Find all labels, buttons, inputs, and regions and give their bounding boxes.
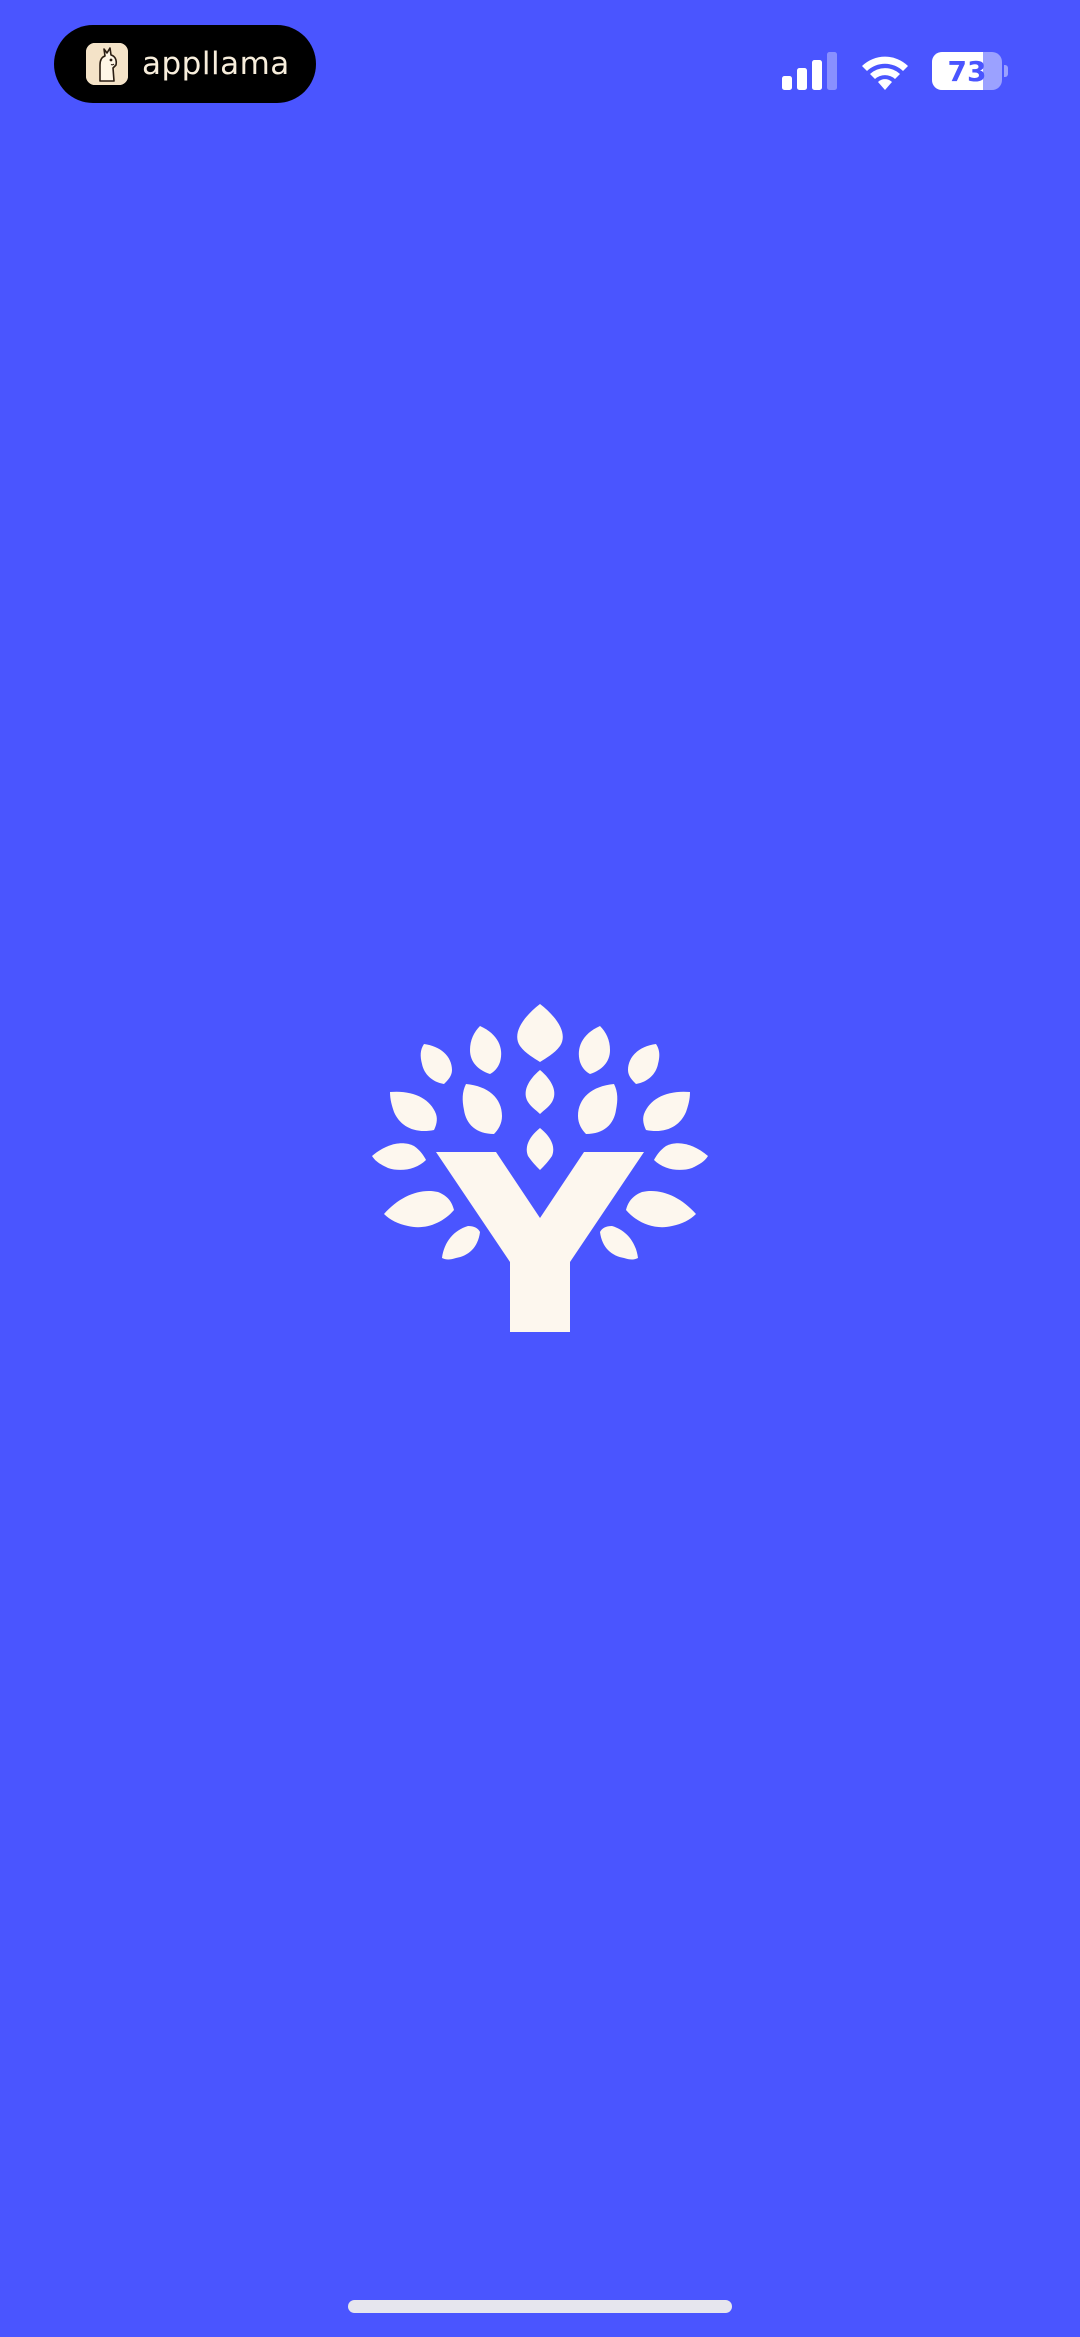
battery-level-text: 73: [947, 54, 987, 88]
battery-cap: [1004, 65, 1008, 77]
home-indicator[interactable]: [348, 2300, 732, 2313]
app-indicator-pill[interactable]: appllama: [54, 25, 316, 103]
wifi-icon: [862, 56, 908, 90]
cellular-signal-icon: [782, 52, 837, 90]
status-icons: 73: [782, 48, 1008, 94]
app-name-label: appllama: [142, 46, 290, 82]
llama-icon: [86, 43, 128, 85]
battery-indicator: 73: [932, 52, 1008, 90]
tree-y-logo-icon: [372, 1004, 708, 1332]
status-bar: appllama 73: [0, 0, 1080, 140]
